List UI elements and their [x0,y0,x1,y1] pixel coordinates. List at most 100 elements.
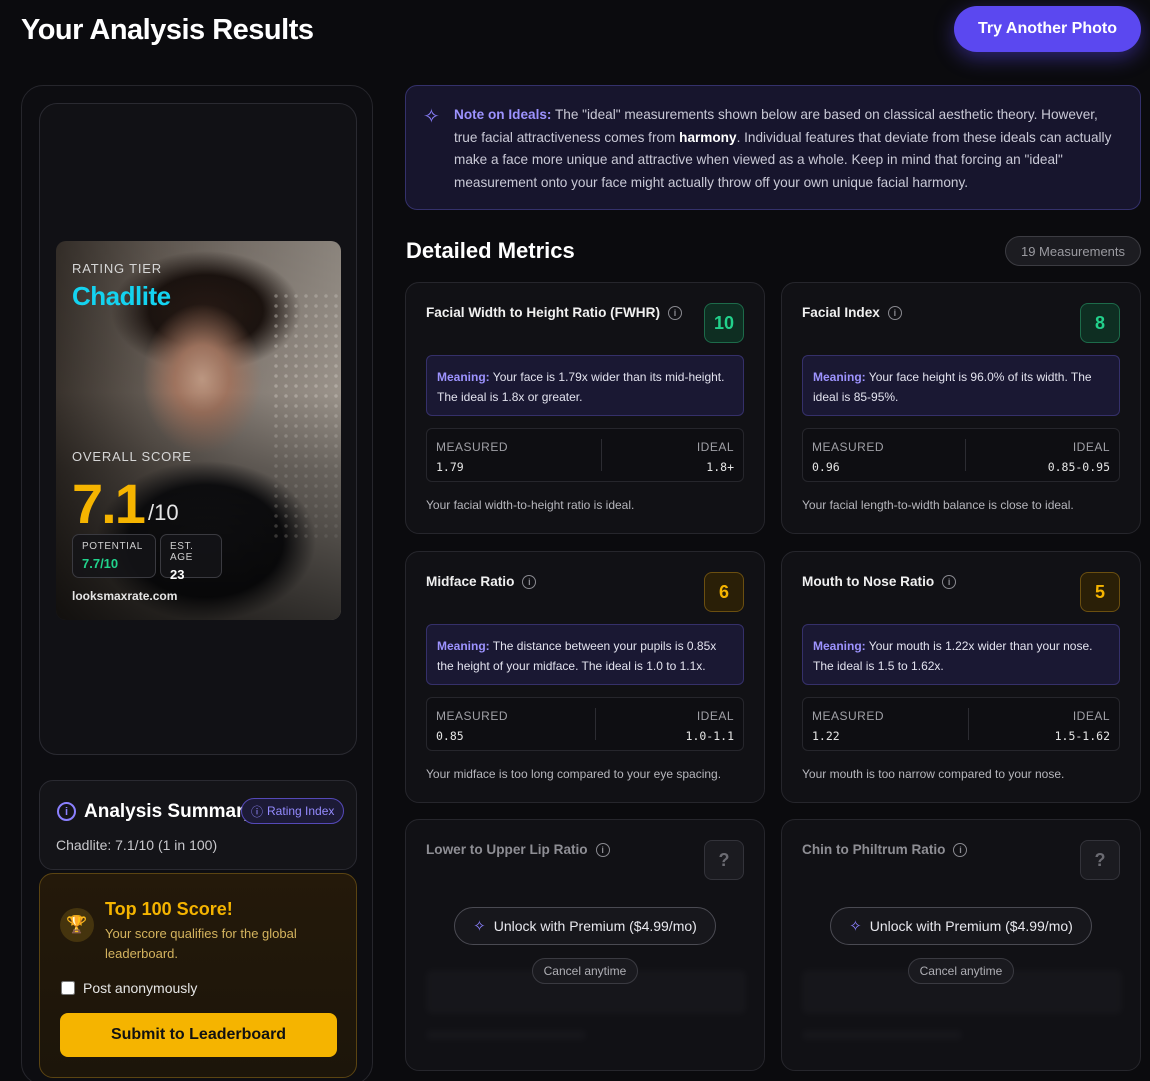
metric-score-locked: ? [704,840,744,880]
ideal-value: 1.5-1.62 [1054,729,1110,743]
age-box: EST. AGE 23 [160,534,222,582]
meaning-label: Meaning: [813,639,866,653]
metric-score-locked: ? [1080,840,1120,880]
age-label: EST. AGE [170,541,194,563]
metric-card-mouth-nose: Mouth to Nose Ratio i 5 Meaning: Your mo… [781,551,1141,803]
metric-card-fwhr: Facial Width to Height Ratio (FWHR) i 10… [405,282,765,534]
metric-card-midface: Midface Ratio i 6 Meaning: The distance … [405,551,765,803]
divider [965,439,966,471]
potential-value: 7.7/10 [82,556,119,571]
info-icon: i [57,802,76,821]
metrics-title: Detailed Metrics [406,238,575,263]
metric-title-text: Midface Ratio [426,574,515,589]
metric-meaning: Meaning: Your face height is 96.0% of it… [802,355,1120,416]
ideal-label: IDEAL [1072,709,1110,723]
metric-title-text: Facial Width to Height Ratio (FWHR) [426,305,660,320]
metric-meaning: Meaning: Your mouth is 1.22x wider than … [802,624,1120,685]
metric-title-text: Chin to Philtrum Ratio [802,842,946,857]
ideal-label: IDEAL [696,440,734,454]
info-icon[interactable]: i [522,574,537,589]
divider [595,708,596,740]
metric-meaning: Meaning: Your face is 1.79x wider than i… [426,355,744,416]
summary-title: Analysis Summary [84,801,255,822]
info-icon[interactable]: i [595,842,610,857]
measured-label: MEASURED [436,709,509,723]
page-title: Your Analysis Results [21,14,314,46]
divider [968,708,969,740]
rating-index-button[interactable]: ⓘ Rating Index [241,798,345,824]
blurred-content [426,930,746,1060]
info-icon[interactable]: i [953,842,968,857]
post-anonymously-label: Post anonymously [83,980,198,996]
metric-title-text: Mouth to Nose Ratio [802,574,935,589]
unlock-premium-button[interactable]: ✧ Unlock with Premium ($4.99/mo) [454,907,716,945]
try-another-photo-button[interactable]: Try Another Photo [954,6,1141,52]
metric-score: 5 [1080,572,1120,612]
metric-verdict: Your mouth is too narrow compared to you… [802,767,1065,781]
meaning-label: Meaning: [437,370,490,384]
metric-card-lip-ratio-locked: Lower to Upper Lip Ratio i ? ✧ Unlock wi… [405,819,765,1071]
metric-card-facial-index: Facial Index i 8 Meaning: Your face heig… [781,282,1141,534]
measured-value: 0.96 [812,460,840,474]
overall-score-label: OVERALL SCORE [72,449,192,464]
sparkles-icon: ✧ [849,918,862,935]
ideal-value: 1.8+ [706,460,734,474]
measure-box: MEASURED 0.96 IDEAL 0.85-0.95 [802,428,1120,482]
overall-score-denominator: /10 [148,500,179,525]
submit-leaderboard-button[interactable]: Submit to Leaderboard [60,1013,337,1057]
blurred-content [802,930,1122,1060]
trophy-icon: 🏆 [60,908,94,942]
metric-score: 10 [704,303,744,343]
analysis-summary: i Analysis Summary ⓘ Rating Index Chadli… [39,780,357,870]
measurements-count-badge: 19 Measurements [1005,236,1141,266]
info-icon[interactable]: i [942,574,957,589]
top-score-panel: 🏆 Top 100 Score! Your score qualifies fo… [39,873,357,1078]
info-icon[interactable]: i [667,305,682,320]
measured-label: MEASURED [436,440,509,454]
metric-card-chin-philtrum-locked: Chin to Philtrum Ratio i ? ✧ Unlock with… [781,819,1141,1071]
metric-score: 6 [704,572,744,612]
post-anonymously-checkbox[interactable] [61,981,75,995]
rating-tier-value: Chadlite [72,281,171,311]
ideal-value: 0.85-0.95 [1047,460,1110,474]
measured-value: 0.85 [436,729,464,743]
metric-title: Chin to Philtrum Ratio i [802,842,968,857]
age-value: 23 [170,567,185,582]
ideal-label: IDEAL [1072,440,1110,454]
photo-frame: RATING TIER Chadlite OVERALL SCORE 7.1 /… [39,103,357,755]
sparkles-icon: ✧ [473,918,486,935]
metric-verdict: Your midface is too long compared to you… [426,767,722,781]
ideal-label: IDEAL [696,709,734,723]
metric-title-text: Facial Index [802,305,880,320]
meaning-label: Meaning: [813,370,866,384]
note-text: Note on Ideals: The "ideal" measurements… [454,104,1124,195]
unlock-label: Unlock with Premium ($4.99/mo) [869,918,1073,934]
ideal-value: 1.0-1.1 [685,729,734,743]
measured-value: 1.22 [812,729,840,743]
result-photo-card: RATING TIER Chadlite OVERALL SCORE 7.1 /… [56,241,341,620]
metric-verdict: Your facial length-to-width balance is c… [802,498,1074,512]
cancel-anytime-pill: Cancel anytime [532,958,638,984]
unlock-label: Unlock with Premium ($4.99/mo) [493,918,697,934]
left-column: RATING TIER Chadlite OVERALL SCORE 7.1 /… [21,85,373,1081]
measured-label: MEASURED [812,440,885,454]
potential-box: POTENTIAL 7.7/10 [72,534,156,578]
overall-score-value: 7.1 [72,472,146,535]
cancel-anytime-pill: Cancel anytime [908,958,1014,984]
meaning-label: Meaning: [437,639,490,653]
unlock-premium-button[interactable]: ✧ Unlock with Premium ($4.99/mo) [830,907,1092,945]
potential-label: POTENTIAL [82,541,143,552]
note-highlight: harmony [679,129,737,145]
divider [601,439,602,471]
metric-meaning: Meaning: The distance between your pupil… [426,624,744,685]
sparkles-icon: ✧ [423,106,440,128]
top-score-title: Top 100 Score! [105,899,233,919]
rating-index-label: Rating Index [267,804,335,818]
info-icon[interactable]: i [887,305,902,320]
note-on-ideals: ✧ Note on Ideals: The "ideal" measuremen… [405,85,1141,210]
post-anonymously-row[interactable]: Post anonymously [61,980,197,996]
brand-watermark: looksmaxrate.com [72,589,178,603]
measure-box: MEASURED 1.79 IDEAL 1.8+ [426,428,744,482]
rating-tier-label: RATING TIER [72,261,162,276]
metric-title: Facial Width to Height Ratio (FWHR) i [426,305,682,320]
